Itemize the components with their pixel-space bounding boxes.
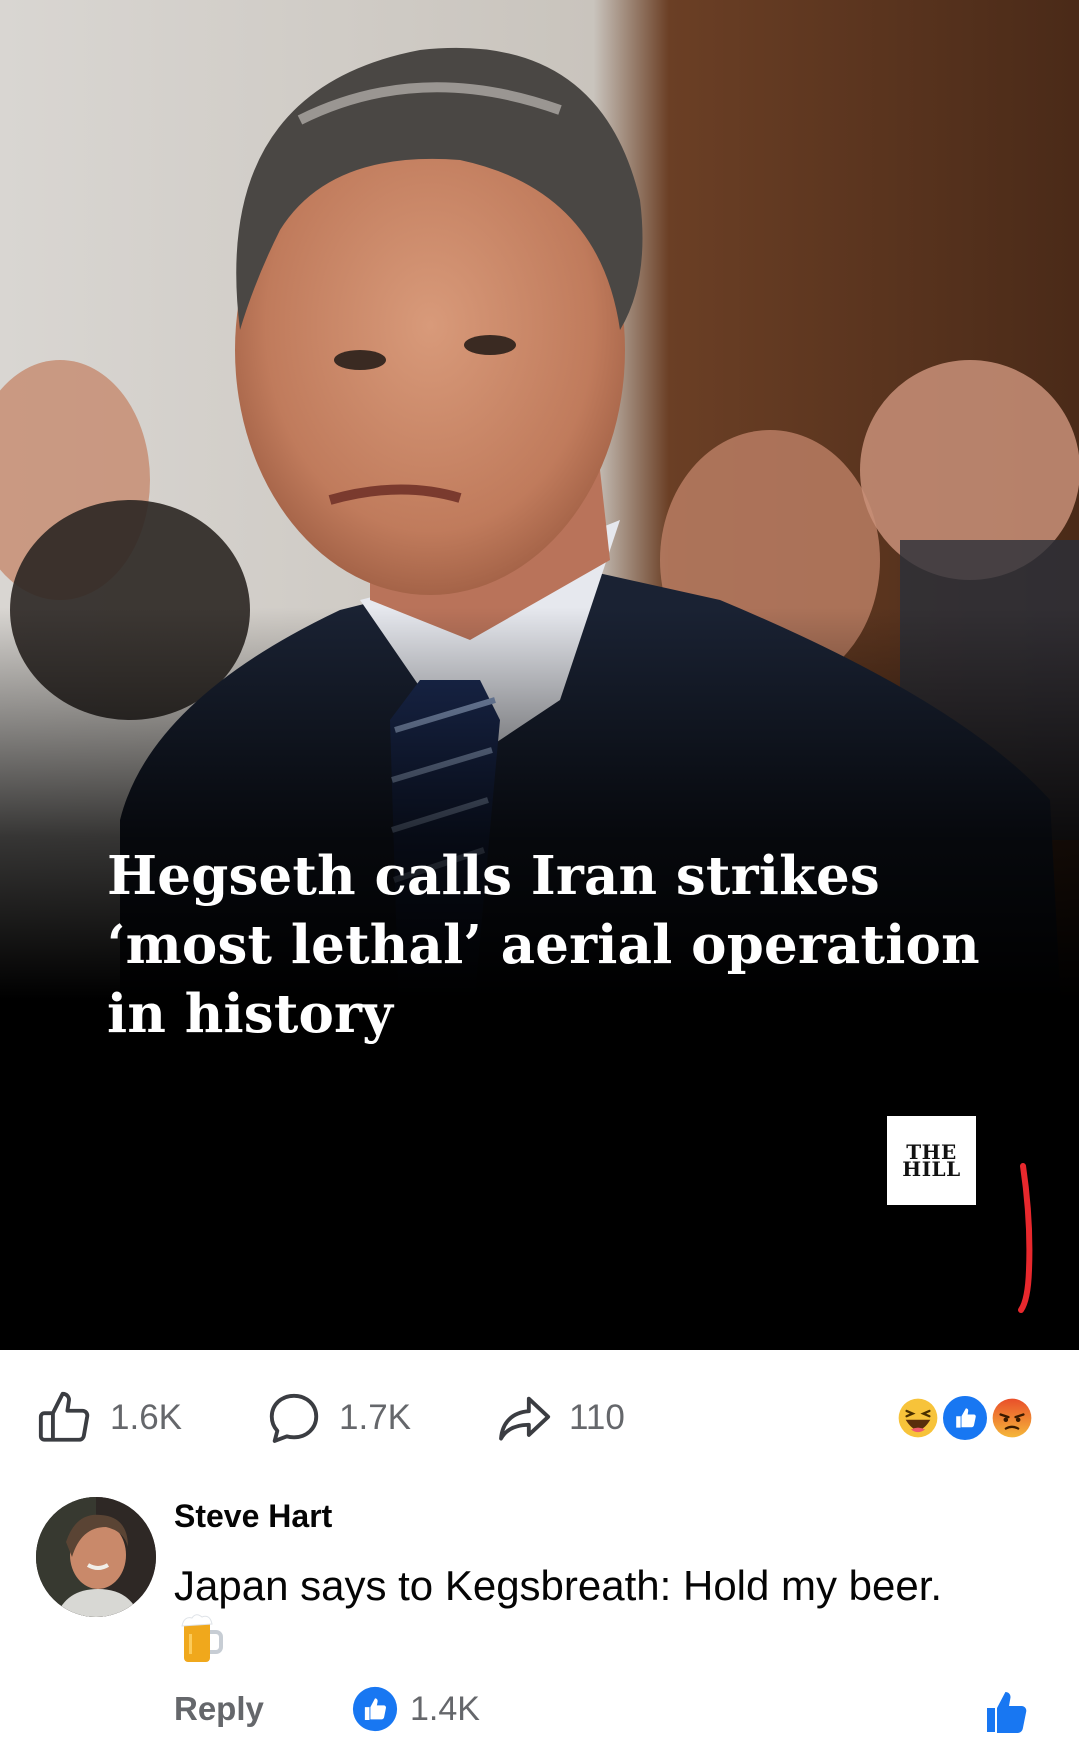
share-button[interactable]: 110 — [495, 1378, 625, 1458]
reply-link[interactable]: Reply — [174, 1690, 264, 1728]
comment-author[interactable]: Steve Hart — [174, 1498, 332, 1535]
logo-line-2: HILL — [902, 1156, 961, 1181]
the-hill-logo: THE HILL — [887, 1116, 976, 1205]
beer-mug-icon — [181, 1614, 223, 1662]
like-reaction-icon — [940, 1393, 990, 1443]
reaction-summary[interactable] — [893, 1393, 1045, 1445]
comment-like-button-icon[interactable] — [982, 1688, 1030, 1736]
comment-button[interactable]: 1.7K — [265, 1378, 411, 1458]
commenter-avatar[interactable] — [36, 1497, 156, 1617]
comment-like-count: 1.4K — [410, 1689, 480, 1728]
share-count: 110 — [569, 1398, 625, 1437]
post-action-bar: 1.6K 1.7K 110 — [0, 1378, 1079, 1458]
thumbs-up-outline-icon — [38, 1391, 90, 1442]
comment-count: 1.7K — [339, 1398, 411, 1437]
comment-like-summary[interactable]: 1.4K — [352, 1686, 480, 1732]
like-count: 1.6K — [110, 1398, 182, 1437]
share-arrow-icon — [499, 1396, 551, 1441]
angry-icon — [987, 1393, 1037, 1443]
post-media[interactable]: Hegseth calls Iran strikes ‘most lethal’… — [0, 0, 1079, 1350]
haha-icon — [893, 1393, 943, 1443]
red-annotation-stroke — [1018, 1163, 1033, 1313]
like-reaction-icon — [352, 1686, 398, 1732]
post-headline: Hegseth calls Iran strikes ‘most lethal’… — [107, 845, 980, 1045]
like-button[interactable]: 1.6K — [36, 1378, 182, 1458]
comment-text: Japan says to Kegsbreath: Hold my beer. — [174, 1562, 943, 1609]
comment-bubble-icon — [269, 1393, 319, 1443]
avatar-image — [36, 1497, 156, 1617]
